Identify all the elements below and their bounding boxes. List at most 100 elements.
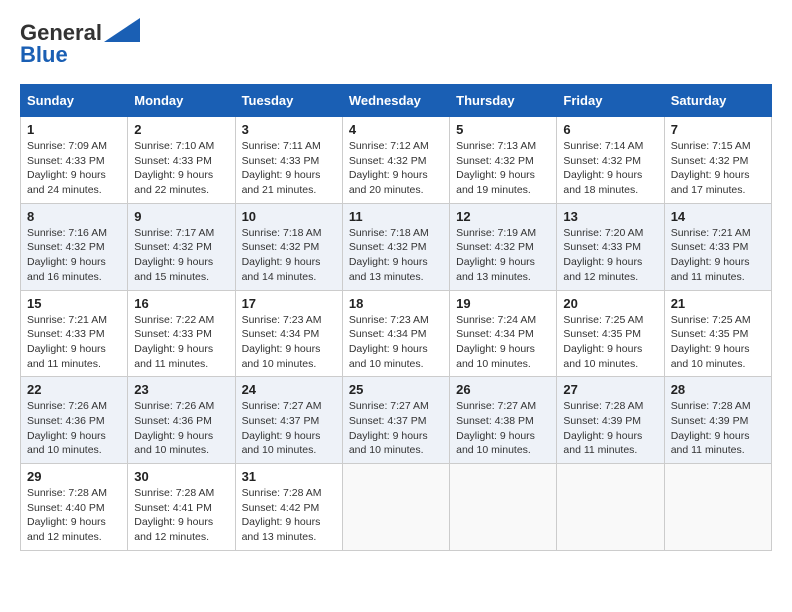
- day-number-3: 3: [242, 122, 336, 137]
- day-cell-6: 6 Sunrise: 7:14 AMSunset: 4:32 PMDaylight…: [557, 117, 664, 204]
- day-cell-10: 10 Sunrise: 7:18 AMSunset: 4:32 PMDayligh…: [235, 203, 342, 290]
- day-number-10: 10: [242, 209, 336, 224]
- week-row-2: 8 Sunrise: 7:16 AMSunset: 4:32 PMDaylight…: [21, 203, 772, 290]
- day-cell-20: 20 Sunrise: 7:25 AMSunset: 4:35 PMDayligh…: [557, 290, 664, 377]
- day-number-27: 27: [563, 382, 657, 397]
- day-info-12: Sunrise: 7:19 AMSunset: 4:32 PMDaylight:…: [456, 226, 550, 285]
- empty-cell: [557, 464, 664, 551]
- day-info-9: Sunrise: 7:17 AMSunset: 4:32 PMDaylight:…: [134, 226, 228, 285]
- day-cell-29: 29 Sunrise: 7:28 AMSunset: 4:40 PMDayligh…: [21, 464, 128, 551]
- day-info-4: Sunrise: 7:12 AMSunset: 4:32 PMDaylight:…: [349, 139, 443, 198]
- day-number-29: 29: [27, 469, 121, 484]
- day-info-29: Sunrise: 7:28 AMSunset: 4:40 PMDaylight:…: [27, 486, 121, 545]
- day-info-21: Sunrise: 7:25 AMSunset: 4:35 PMDaylight:…: [671, 313, 765, 372]
- day-cell-30: 30 Sunrise: 7:28 AMSunset: 4:41 PMDayligh…: [128, 464, 235, 551]
- day-cell-11: 11 Sunrise: 7:18 AMSunset: 4:32 PMDayligh…: [342, 203, 449, 290]
- day-cell-9: 9 Sunrise: 7:17 AMSunset: 4:32 PMDaylight…: [128, 203, 235, 290]
- header-row: SundayMondayTuesdayWednesdayThursdayFrid…: [21, 85, 772, 117]
- day-info-10: Sunrise: 7:18 AMSunset: 4:32 PMDaylight:…: [242, 226, 336, 285]
- col-header-monday: Monday: [128, 85, 235, 117]
- day-info-18: Sunrise: 7:23 AMSunset: 4:34 PMDaylight:…: [349, 313, 443, 372]
- day-info-25: Sunrise: 7:27 AMSunset: 4:37 PMDaylight:…: [349, 399, 443, 458]
- day-cell-23: 23Sunrise: 7:26 AMSunset: 4:36 PMDayligh…: [128, 377, 235, 464]
- col-header-wednesday: Wednesday: [342, 85, 449, 117]
- day-number-16: 16: [134, 296, 228, 311]
- day-cell-27: 27 Sunrise: 7:28 AMSunset: 4:39 PMDayligh…: [557, 377, 664, 464]
- day-cell-31: 31 Sunrise: 7:28 AMSunset: 4:42 PMDayligh…: [235, 464, 342, 551]
- day-number-8: 8: [27, 209, 121, 224]
- day-info-3: Sunrise: 7:11 AMSunset: 4:33 PMDaylight:…: [242, 139, 336, 198]
- day-info-17: Sunrise: 7:23 AMSunset: 4:34 PMDaylight:…: [242, 313, 336, 372]
- day-info-11: Sunrise: 7:18 AMSunset: 4:32 PMDaylight:…: [349, 226, 443, 285]
- day-number-7: 7: [671, 122, 765, 137]
- day-number-25: 25: [349, 382, 443, 397]
- day-info-26: Sunrise: 7:27 AMSunset: 4:38 PMDaylight:…: [456, 399, 550, 458]
- day-cell-1: 1 Sunrise: 7:09 AMSunset: 4:33 PMDaylight…: [21, 117, 128, 204]
- day-info-30: Sunrise: 7:28 AMSunset: 4:41 PMDaylight:…: [134, 486, 228, 545]
- day-info-8: Sunrise: 7:16 AMSunset: 4:32 PMDaylight:…: [27, 226, 121, 285]
- logo: General Blue: [20, 20, 140, 68]
- day-number-5: 5: [456, 122, 550, 137]
- week-row-1: 1 Sunrise: 7:09 AMSunset: 4:33 PMDaylight…: [21, 117, 772, 204]
- day-number-9: 9: [134, 209, 228, 224]
- day-number-13: 13: [563, 209, 657, 224]
- day-cell-22: 22 Sunrise: 7:26 AMSunset: 4:36 PMDayligh…: [21, 377, 128, 464]
- day-info-7: Sunrise: 7:15 AMSunset: 4:32 PMDaylight:…: [671, 139, 765, 198]
- day-cell-21: 21Sunrise: 7:25 AMSunset: 4:35 PMDayligh…: [664, 290, 771, 377]
- day-cell-16: 16 Sunrise: 7:22 AMSunset: 4:33 PMDayligh…: [128, 290, 235, 377]
- day-number-23: 23: [134, 382, 228, 397]
- day-number-18: 18: [349, 296, 443, 311]
- day-number-26: 26: [456, 382, 550, 397]
- day-info-14: Sunrise: 7:21 AMSunset: 4:33 PMDaylight:…: [671, 226, 765, 285]
- day-number-12: 12: [456, 209, 550, 224]
- day-cell-14: 14 Sunrise: 7:21 AMSunset: 4:33 PMDayligh…: [664, 203, 771, 290]
- day-cell-18: 18 Sunrise: 7:23 AMSunset: 4:34 PMDayligh…: [342, 290, 449, 377]
- header: General Blue: [20, 20, 772, 68]
- empty-cell: [664, 464, 771, 551]
- day-info-16: Sunrise: 7:22 AMSunset: 4:33 PMDaylight:…: [134, 313, 228, 372]
- day-info-1: Sunrise: 7:09 AMSunset: 4:33 PMDaylight:…: [27, 139, 121, 198]
- col-header-saturday: Saturday: [664, 85, 771, 117]
- col-header-thursday: Thursday: [450, 85, 557, 117]
- day-number-20: 20: [563, 296, 657, 311]
- week-row-4: 22 Sunrise: 7:26 AMSunset: 4:36 PMDayligh…: [21, 377, 772, 464]
- day-info-28: Sunrise: 7:28 AMSunset: 4:39 PMDaylight:…: [671, 399, 765, 458]
- day-cell-7: 7 Sunrise: 7:15 AMSunset: 4:32 PMDaylight…: [664, 117, 771, 204]
- day-number-14: 14: [671, 209, 765, 224]
- day-info-31: Sunrise: 7:28 AMSunset: 4:42 PMDaylight:…: [242, 486, 336, 545]
- day-number-1: 1: [27, 122, 121, 137]
- day-cell-24: 24 Sunrise: 7:27 AMSunset: 4:37 PMDayligh…: [235, 377, 342, 464]
- day-info-6: Sunrise: 7:14 AMSunset: 4:32 PMDaylight:…: [563, 139, 657, 198]
- day-number-6: 6: [563, 122, 657, 137]
- logo-text-blue: Blue: [20, 42, 68, 68]
- col-header-friday: Friday: [557, 85, 664, 117]
- day-number-31: 31: [242, 469, 336, 484]
- day-cell-19: 19 Sunrise: 7:24 AMSunset: 4:34 PMDayligh…: [450, 290, 557, 377]
- empty-cell: [450, 464, 557, 551]
- logo-icon: [104, 18, 140, 42]
- day-cell-5: 5 Sunrise: 7:13 AMSunset: 4:32 PMDaylight…: [450, 117, 557, 204]
- day-cell-26: 26 Sunrise: 7:27 AMSunset: 4:38 PMDayligh…: [450, 377, 557, 464]
- day-cell-8: 8 Sunrise: 7:16 AMSunset: 4:32 PMDaylight…: [21, 203, 128, 290]
- day-cell-4: 4Sunrise: 7:12 AMSunset: 4:32 PMDaylight…: [342, 117, 449, 204]
- day-cell-28: 28Sunrise: 7:28 AMSunset: 4:39 PMDayligh…: [664, 377, 771, 464]
- day-info-2: Sunrise: 7:10 AMSunset: 4:33 PMDaylight:…: [134, 139, 228, 198]
- day-info-24: Sunrise: 7:27 AMSunset: 4:37 PMDaylight:…: [242, 399, 336, 458]
- day-info-22: Sunrise: 7:26 AMSunset: 4:36 PMDaylight:…: [27, 399, 121, 458]
- col-header-tuesday: Tuesday: [235, 85, 342, 117]
- week-row-3: 15 Sunrise: 7:21 AMSunset: 4:33 PMDayligh…: [21, 290, 772, 377]
- day-number-11: 11: [349, 209, 443, 224]
- day-info-5: Sunrise: 7:13 AMSunset: 4:32 PMDaylight:…: [456, 139, 550, 198]
- day-info-20: Sunrise: 7:25 AMSunset: 4:35 PMDaylight:…: [563, 313, 657, 372]
- day-cell-3: 3 Sunrise: 7:11 AMSunset: 4:33 PMDaylight…: [235, 117, 342, 204]
- day-number-22: 22: [27, 382, 121, 397]
- day-info-15: Sunrise: 7:21 AMSunset: 4:33 PMDaylight:…: [27, 313, 121, 372]
- day-info-27: Sunrise: 7:28 AMSunset: 4:39 PMDaylight:…: [563, 399, 657, 458]
- day-info-19: Sunrise: 7:24 AMSunset: 4:34 PMDaylight:…: [456, 313, 550, 372]
- day-number-24: 24: [242, 382, 336, 397]
- day-number-15: 15: [27, 296, 121, 311]
- day-number-19: 19: [456, 296, 550, 311]
- day-cell-12: 12 Sunrise: 7:19 AMSunset: 4:32 PMDayligh…: [450, 203, 557, 290]
- day-cell-25: 25 Sunrise: 7:27 AMSunset: 4:37 PMDayligh…: [342, 377, 449, 464]
- day-number-30: 30: [134, 469, 228, 484]
